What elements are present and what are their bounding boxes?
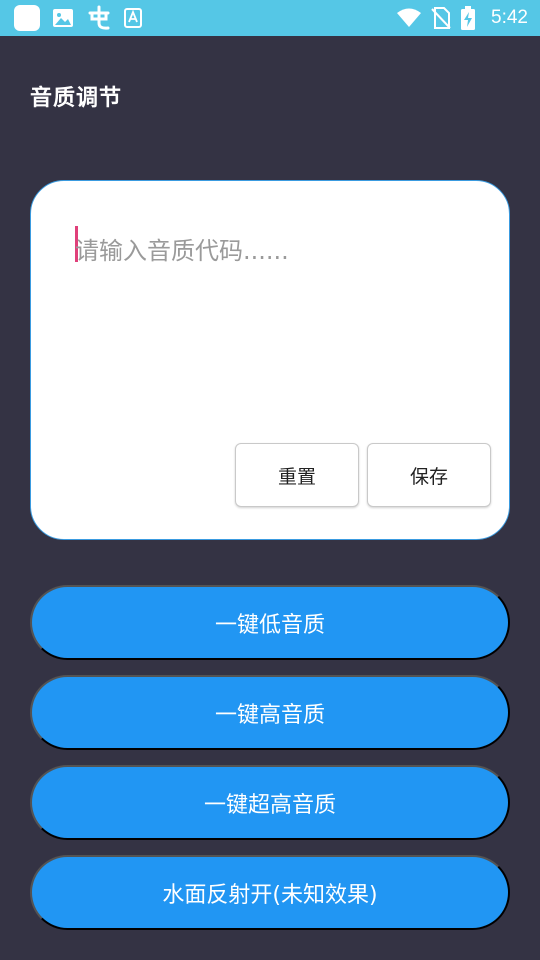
high-quality-button[interactable]: 一键高音质 [30, 675, 510, 750]
water-reflection-button[interactable]: 水面反射开(未知效果) [30, 855, 510, 930]
page-title: 音质调节 [30, 86, 123, 111]
code-editor-card: 重置 保存 [30, 180, 510, 540]
status-bar-left [14, 5, 142, 31]
wifi-icon [397, 8, 422, 27]
save-button[interactable]: 保存 [367, 443, 491, 507]
ultra-quality-button[interactable]: 一键超高音质 [30, 765, 510, 840]
app-square-icon [14, 5, 40, 31]
no-sim-icon [431, 7, 451, 29]
keyboard-icon [124, 8, 142, 28]
battery-charging-icon [461, 6, 476, 30]
app-logo-icon [88, 5, 110, 30]
reset-button[interactable]: 重置 [235, 443, 359, 507]
image-icon [53, 9, 73, 27]
status-bar-right: 5:42 [397, 6, 528, 30]
low-quality-button[interactable]: 一键低音质 [30, 585, 510, 660]
status-bar: 5:42 [0, 0, 540, 36]
status-time: 5:42 [491, 7, 528, 28]
quality-code-input[interactable] [75, 221, 467, 281]
